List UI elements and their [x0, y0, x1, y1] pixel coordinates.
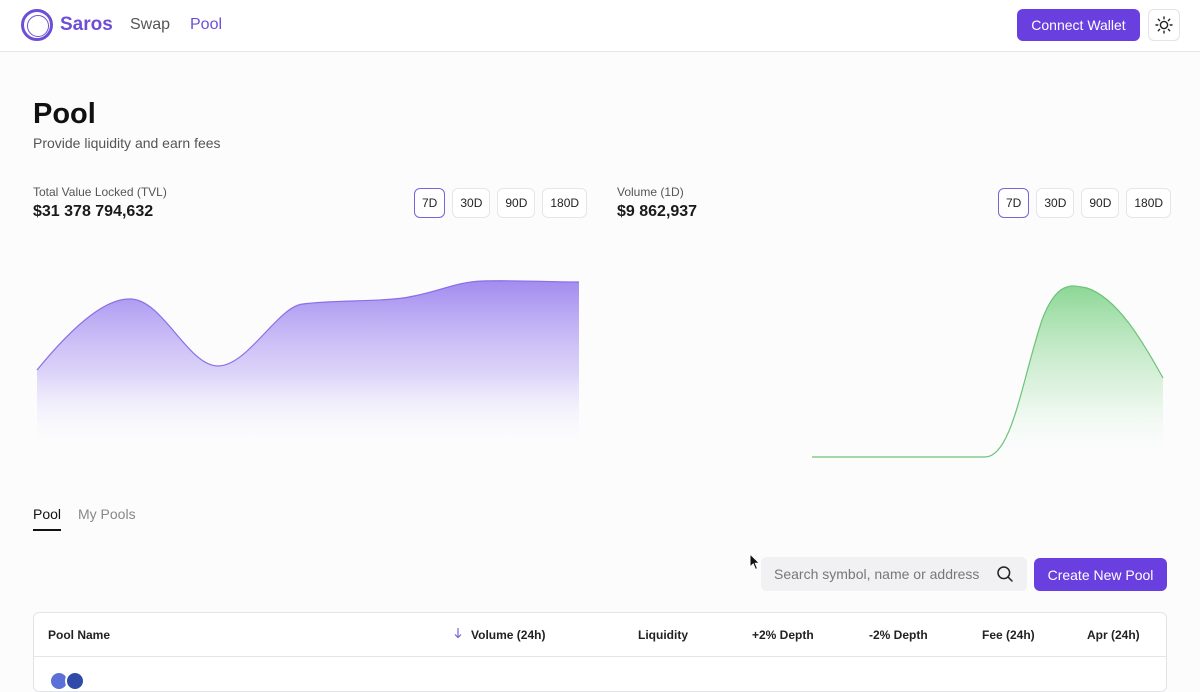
column-plus-2-depth[interactable]: +2% Depth [752, 628, 814, 642]
volume-range-7d[interactable]: 7D [998, 188, 1030, 218]
tvl-area-chart[interactable] [33, 260, 583, 450]
tvl-range-7d[interactable]: 7D [414, 188, 446, 218]
create-new-pool-button[interactable]: Create New Pool [1034, 558, 1167, 591]
volume-area [812, 286, 1163, 465]
page-title: Pool [33, 98, 96, 130]
top-navigation-bar: Saros Swap Pool Connect Wallet [0, 0, 1200, 52]
tvl-label: Total Value Locked (TVL) [33, 185, 167, 199]
saros-logo[interactable] [21, 9, 53, 41]
tvl-area [37, 280, 579, 450]
column-liquidity[interactable]: Liquidity [638, 628, 688, 642]
volume-value: $9 862,937 [617, 203, 698, 220]
tab-my-pools[interactable]: My Pools [78, 506, 136, 529]
tvl-range-30d[interactable]: 30D [452, 188, 491, 218]
search-field[interactable] [761, 557, 1027, 591]
volume-range-30d[interactable]: 30D [1036, 188, 1075, 218]
column-fee-24h[interactable]: Fee (24h) [982, 628, 1035, 642]
volume-area-chart[interactable] [617, 260, 1167, 465]
nav-pool[interactable]: Pool [190, 16, 222, 34]
brand-name[interactable]: Saros [60, 14, 113, 36]
sun-icon [1155, 16, 1173, 34]
tvl-range-180d[interactable]: 180D [542, 188, 588, 218]
tab-pool[interactable]: Pool [33, 506, 62, 531]
table-header: Pool Name Volume (24h) Liquidity +2% Dep… [34, 613, 1166, 657]
column-apr-24h[interactable]: Apr (24h) [1087, 628, 1140, 642]
search-icon[interactable] [996, 565, 1014, 583]
pool-table: Pool Name Volume (24h) Liquidity +2% Dep… [33, 612, 1167, 692]
tvl-range-selector: 7D 30D 90D 180D [414, 188, 588, 218]
page-subtitle: Provide liquidity and earn fees [33, 135, 221, 151]
volume-range-180d[interactable]: 180D [1126, 188, 1172, 218]
connect-wallet-button[interactable]: Connect Wallet [1017, 9, 1140, 41]
sort-descending-icon[interactable] [453, 627, 463, 639]
search-input[interactable] [774, 566, 996, 582]
token-avatar [65, 671, 85, 691]
column-pool-name[interactable]: Pool Name [48, 628, 110, 642]
volume-range-selector: 7D 30D 90D 180D [998, 188, 1172, 218]
nav-swap[interactable]: Swap [130, 16, 170, 34]
column-minus-2-depth[interactable]: -2% Depth [869, 628, 928, 642]
volume-range-90d[interactable]: 90D [1081, 188, 1120, 218]
mouse-cursor-icon [749, 553, 761, 571]
volume-label: Volume (1D) [617, 185, 684, 199]
column-volume-24h[interactable]: Volume (24h) [471, 628, 545, 642]
theme-toggle-button[interactable] [1148, 9, 1180, 41]
tvl-value: $31 378 794,632 [33, 203, 154, 220]
tvl-range-90d[interactable]: 90D [497, 188, 536, 218]
